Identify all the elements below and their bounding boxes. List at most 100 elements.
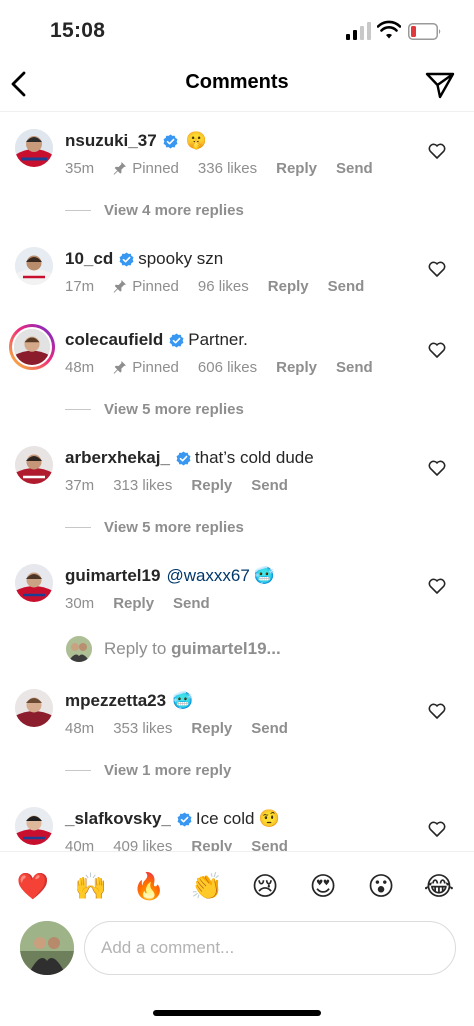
reply-button[interactable]: Reply <box>191 838 232 852</box>
status-bar: 15:08 <box>0 0 474 60</box>
verified-badge-icon <box>119 251 134 267</box>
avatar-story-ring[interactable] <box>9 324 55 370</box>
reply-button[interactable]: Reply <box>191 477 232 494</box>
verified-badge-icon <box>176 450 191 466</box>
comment-emoji: 🥶 <box>172 691 194 710</box>
comment-time: 35m <box>65 159 95 177</box>
comment-input[interactable] <box>84 921 456 975</box>
reply-to-label: Reply to <box>104 639 167 658</box>
comment-username[interactable]: mpezzetta23 <box>65 690 166 712</box>
heart-icon[interactable] <box>428 261 446 277</box>
comment-time: 48m <box>65 358 95 376</box>
comment-username[interactable]: arberxhekaj_ <box>65 447 170 469</box>
send-button[interactable]: Send <box>328 278 365 295</box>
reply-to-prompt[interactable]: Reply to guimartel19... <box>66 636 281 662</box>
reply-button[interactable]: Reply <box>191 720 232 737</box>
comment-time: 37m <box>65 476 95 494</box>
avatar[interactable] <box>15 247 53 285</box>
emoji-clap-button[interactable]: 👏 <box>190 869 224 903</box>
reply-to-username: guimartel19... <box>171 639 281 658</box>
pin-icon <box>113 161 127 175</box>
likes-count[interactable]: 96 likes <box>198 278 249 295</box>
emoji-reaction-bar: ❤️ 🙌 🔥 👏 😢 😍 😮 😂 <box>0 851 474 921</box>
comment-time: 30m <box>65 594 95 612</box>
emoji-crying-button[interactable]: 😢 <box>248 869 282 903</box>
status-time: 15:08 <box>50 19 106 42</box>
reply-button[interactable]: Reply <box>276 160 317 177</box>
comment-text: that’s cold dude <box>194 448 314 467</box>
emoji-heart-button[interactable]: ❤️ <box>16 869 50 903</box>
comment-time: 40m <box>65 837 95 852</box>
my-avatar[interactable] <box>20 921 74 975</box>
comment-text: Partner. <box>188 330 248 349</box>
avatar[interactable] <box>15 807 53 845</box>
mention-link[interactable]: @waxxx67 <box>166 565 249 587</box>
reply-button[interactable]: Reply <box>276 359 317 376</box>
likes-count[interactable]: 606 likes <box>198 359 257 376</box>
comment-item: colecaufield Partner. 48m Pinned 606 lik… <box>0 324 474 398</box>
heart-icon[interactable] <box>428 578 446 594</box>
comment-item: arberxhekaj_ that’s cold dude 37m 313 li… <box>0 446 474 516</box>
comment-composer <box>0 921 474 981</box>
home-indicator[interactable] <box>153 1010 321 1016</box>
paper-plane-icon[interactable] <box>425 70 455 100</box>
likes-count[interactable]: 409 likes <box>113 838 172 852</box>
pin-icon <box>113 279 127 293</box>
pinned-label: Pinned <box>132 159 179 177</box>
page-title: Comments <box>185 71 289 93</box>
comment-item: _slafkovsky_ Ice cold 🤨 40m 409 likes Re… <box>0 807 474 851</box>
comment-item: nsuzuki_37 🤫 35m Pinned 336 likes Reply … <box>0 129 474 199</box>
heart-icon[interactable] <box>428 703 446 719</box>
pinned-label: Pinned <box>132 358 179 376</box>
comment-username[interactable]: _slafkovsky_ <box>65 808 171 830</box>
heart-icon[interactable] <box>428 460 446 476</box>
view-more-replies[interactable]: View 4 more replies <box>65 200 244 220</box>
reply-button[interactable]: Reply <box>113 595 154 612</box>
verified-badge-icon <box>163 133 178 149</box>
wifi-icon <box>377 20 401 39</box>
emoji-raised-hands-button[interactable]: 🙌 <box>74 869 108 903</box>
heart-icon[interactable] <box>428 342 446 358</box>
comment-username[interactable]: 10_cd <box>65 248 113 270</box>
send-button[interactable]: Send <box>336 359 373 376</box>
likes-count[interactable]: 336 likes <box>198 160 257 177</box>
comment-item: mpezzetta23 🥶 48m 353 likes Reply Send <box>0 689 474 759</box>
heart-icon[interactable] <box>428 821 446 837</box>
send-button[interactable]: Send <box>251 720 288 737</box>
avatar <box>66 636 92 662</box>
pinned-label: Pinned <box>132 277 179 295</box>
comment-item: 10_cd spooky szn 17m Pinned 96 likes Rep… <box>0 247 474 317</box>
view-more-replies[interactable]: View 1 more reply <box>65 760 231 780</box>
comment-username[interactable]: colecaufield <box>65 329 163 351</box>
comment-emoji: 🤨 <box>258 809 280 828</box>
emoji-laughing-button[interactable]: 😂 <box>422 869 456 903</box>
comment-item: guimartel19 @waxxx67 🥶 30m Reply Send <box>0 564 474 634</box>
avatar[interactable] <box>15 564 53 602</box>
avatar[interactable] <box>15 129 53 167</box>
heart-icon[interactable] <box>428 143 446 159</box>
send-button[interactable]: Send <box>336 160 373 177</box>
reply-button[interactable]: Reply <box>268 278 309 295</box>
comment-username[interactable]: nsuzuki_37 <box>65 130 157 152</box>
likes-count[interactable]: 313 likes <box>113 477 172 494</box>
send-button[interactable]: Send <box>173 595 210 612</box>
comment-username[interactable]: guimartel19 <box>65 565 160 587</box>
comment-time: 48m <box>65 719 95 737</box>
send-button[interactable]: Send <box>251 477 288 494</box>
likes-count[interactable]: 353 likes <box>113 720 172 737</box>
emoji-surprised-button[interactable]: 😮 <box>364 869 398 903</box>
send-button[interactable]: Send <box>251 838 288 852</box>
cellular-signal-icon <box>346 22 371 40</box>
comment-text: Ice cold <box>195 809 255 828</box>
emoji-heart-eyes-button[interactable]: 😍 <box>306 869 340 903</box>
battery-low-icon <box>408 23 441 40</box>
emoji-fire-button[interactable]: 🔥 <box>132 869 166 903</box>
avatar[interactable] <box>15 446 53 484</box>
comment-time: 17m <box>65 277 95 295</box>
avatar[interactable] <box>15 689 53 727</box>
view-more-replies[interactable]: View 5 more replies <box>65 399 244 419</box>
view-more-replies[interactable]: View 5 more replies <box>65 517 244 537</box>
pin-icon <box>113 360 127 374</box>
comment-text: spooky szn <box>138 249 224 268</box>
verified-badge-icon <box>169 332 184 348</box>
